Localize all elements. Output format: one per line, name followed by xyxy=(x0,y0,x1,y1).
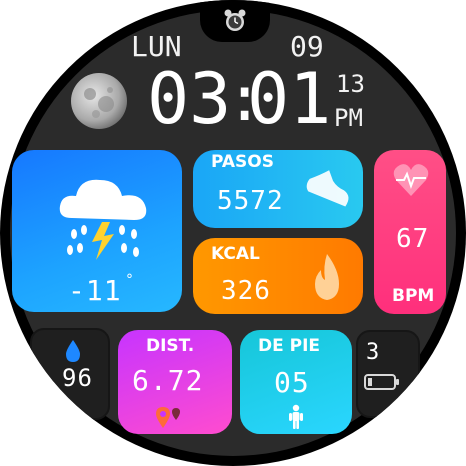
person-icon xyxy=(288,404,304,430)
flame-icon xyxy=(309,252,345,302)
weather-tile[interactable]: -11 ° xyxy=(12,150,182,312)
steps-tile[interactable]: PASOS 5572 xyxy=(193,150,363,228)
kcal-label: KCAL xyxy=(211,244,260,264)
distance-value: 6.72 xyxy=(132,364,204,397)
heart-rate-tile[interactable]: 67 BPM xyxy=(374,150,446,314)
time-seconds: 13 xyxy=(336,70,365,98)
time-ampm: PM xyxy=(334,104,363,132)
stand-label: DE PIE xyxy=(258,336,321,356)
steps-label: PASOS xyxy=(211,152,274,172)
humidity-box[interactable]: 96 xyxy=(30,328,110,420)
heart-rate-unit: BPM xyxy=(392,286,435,306)
battery-icon xyxy=(364,374,400,390)
weather-unit: ° xyxy=(126,272,133,288)
watch-face: LUN 09 03 : 01 13 PM -11 ° PASOS 5572 KC… xyxy=(0,0,466,466)
location-pin-icon xyxy=(154,406,184,430)
distance-label: DIST. xyxy=(146,336,195,356)
humidity-value: 96 xyxy=(62,364,93,392)
battery-box[interactable]: 3 xyxy=(356,330,420,418)
shoe-icon xyxy=(303,158,357,212)
steps-value: 5572 xyxy=(217,186,284,216)
stand-tile[interactable]: DE PIE 05 xyxy=(240,330,352,434)
moon-icon xyxy=(70,72,128,130)
weather-temperature: -11 xyxy=(68,274,122,307)
alarm-icon[interactable] xyxy=(222,8,248,34)
heart-icon xyxy=(392,162,430,198)
kcal-tile[interactable]: KCAL 326 xyxy=(193,238,363,314)
distance-tile[interactable]: DIST. 6.72 xyxy=(118,330,232,434)
time-minutes: 01 xyxy=(247,58,332,140)
heart-rate-value: 67 xyxy=(396,224,430,254)
battery-value: 3 xyxy=(366,340,381,365)
water-drop-icon xyxy=(66,340,80,362)
time-hours: 03 xyxy=(147,58,232,140)
cloud-thunder-rain-icon xyxy=(52,168,156,268)
stand-value: 05 xyxy=(274,366,310,399)
kcal-value: 326 xyxy=(221,276,271,306)
